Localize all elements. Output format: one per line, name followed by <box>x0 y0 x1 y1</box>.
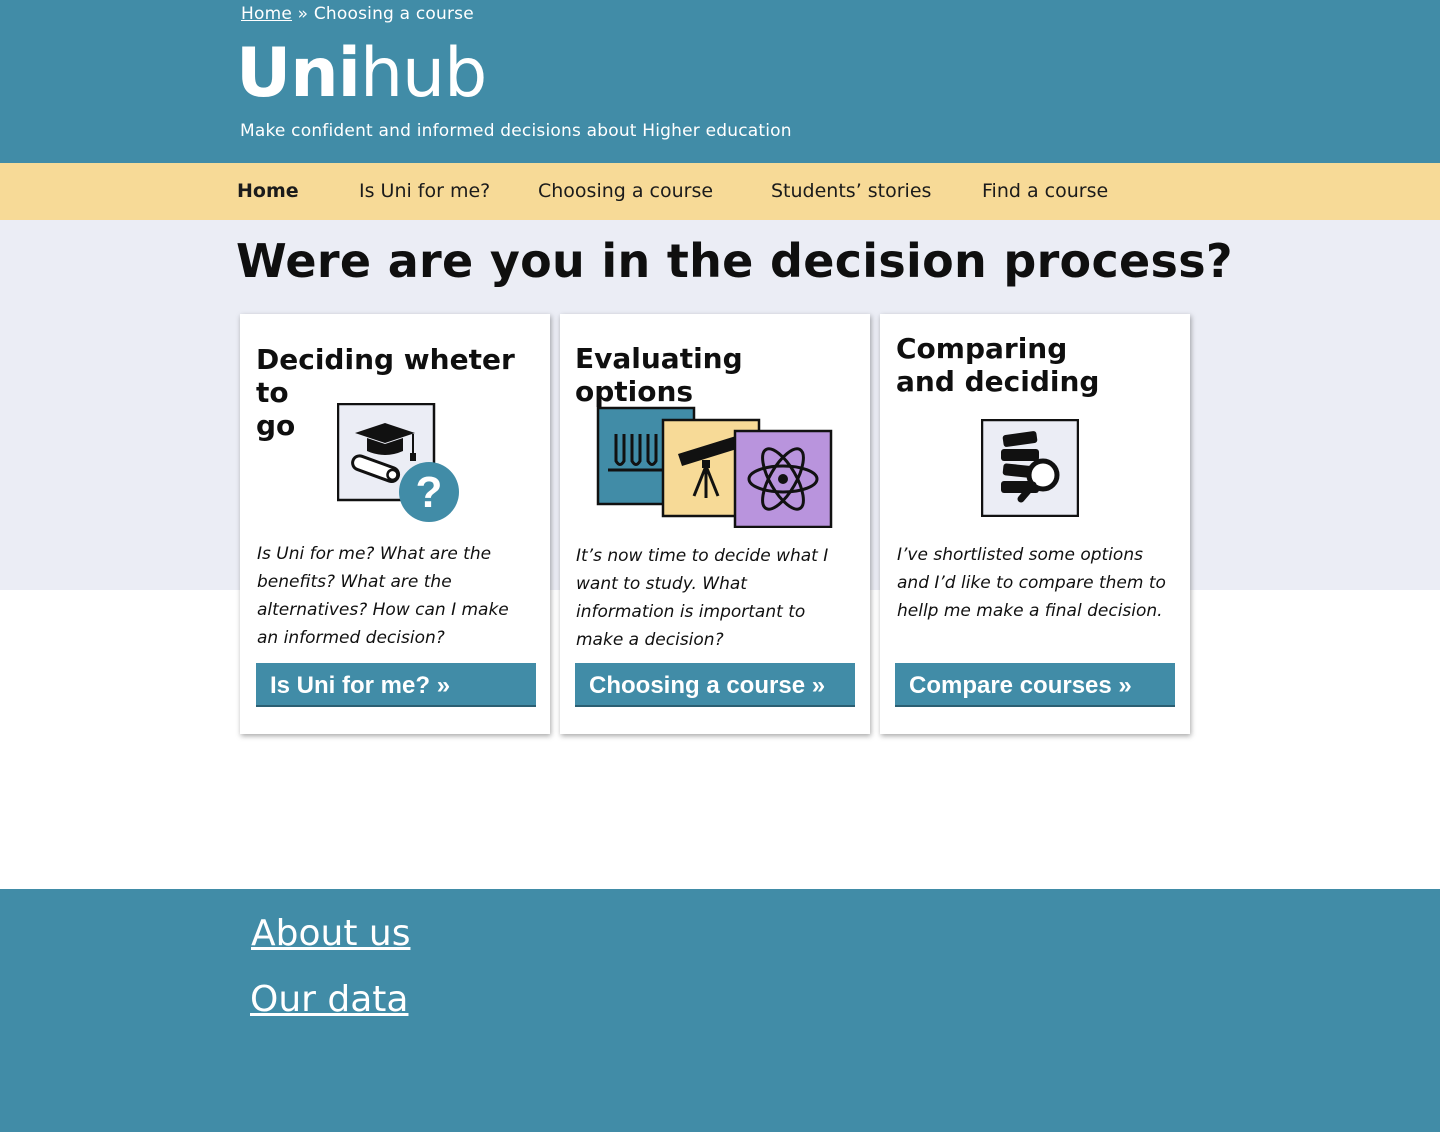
card-title-line: and deciding <box>896 365 1100 398</box>
card-evaluating: Evaluating options It’s now time to deci… <box>560 314 870 734</box>
breadcrumb-separator: » <box>297 4 309 24</box>
science-options-icon <box>596 406 834 529</box>
card-description: Is Uni for me? What are the benefits? Wh… <box>257 544 509 648</box>
books-magnifier-icon <box>980 418 1080 518</box>
nav-item-students-stories[interactable]: Students’ stories <box>771 180 931 202</box>
tagline: Make confident and informed decisions ab… <box>240 121 792 141</box>
nav-item-choosing-a-course[interactable]: Choosing a course <box>538 180 713 202</box>
logo-bold-part: Uni <box>236 34 361 113</box>
footer-link-about-us[interactable]: About us <box>251 913 410 954</box>
is-uni-for-me-button[interactable]: Is Uni for me? » <box>256 663 536 707</box>
choosing-a-course-button[interactable]: Choosing a course » <box>575 663 855 707</box>
footer-link-our-data[interactable]: Our data <box>250 979 408 1020</box>
nav-item-is-uni-for-me[interactable]: Is Uni for me? <box>359 180 490 202</box>
main-nav: Home Is Uni for me? Choosing a course St… <box>0 163 1440 220</box>
breadcrumb: Home » Choosing a course <box>241 4 474 24</box>
logo-light-part: hub <box>359 34 487 113</box>
card-title-line: Comparing <box>896 332 1068 365</box>
card-description: I’ve shortlisted some options and I’d li… <box>897 545 1166 621</box>
card-title-line: Evaluating options <box>575 342 743 408</box>
nav-item-home[interactable]: Home <box>237 180 299 202</box>
breadcrumb-home-link[interactable]: Home <box>241 4 292 24</box>
site-header: Home » Choosing a course Unihub Make con… <box>0 0 1440 163</box>
card-deciding: Deciding wheter to go ? Is Uni for me? W… <box>240 314 550 734</box>
card-title: Comparing and deciding <box>896 332 1099 398</box>
card-description: It’s now time to decide what I want to s… <box>576 546 829 650</box>
svg-text:?: ? <box>416 468 443 517</box>
card-comparing: Comparing and deciding I’ve shortlisted … <box>880 314 1190 734</box>
compare-courses-button[interactable]: Compare courses » <box>895 663 1175 707</box>
site-logo[interactable]: Unihub <box>236 34 487 114</box>
nav-item-find-a-course[interactable]: Find a course <box>982 180 1108 202</box>
page-title: Were are you in the decision process? <box>236 234 1233 288</box>
graduation-question-icon: ? <box>336 402 463 525</box>
site-footer: About us Our data <box>0 889 1440 1132</box>
card-title: Evaluating options <box>575 342 870 408</box>
breadcrumb-current: Choosing a course <box>313 4 474 24</box>
card-title-line: Deciding wheter to <box>256 343 515 409</box>
